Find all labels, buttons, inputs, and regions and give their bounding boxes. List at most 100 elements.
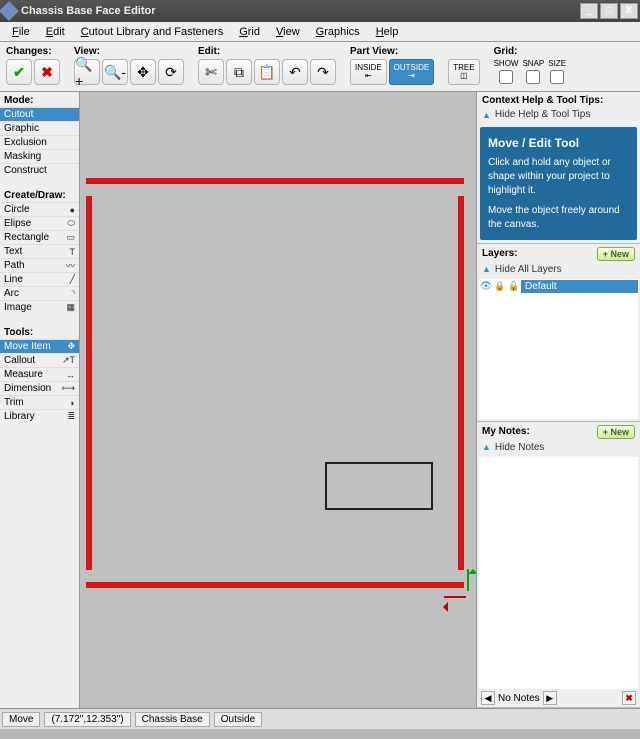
create-image[interactable]: Image▦ (0, 300, 79, 314)
collapse-icon: ▲ (482, 264, 491, 274)
cut-button[interactable]: ✄ (198, 59, 224, 85)
tool-trim[interactable]: Trim◗ (0, 395, 79, 409)
create-rectangle[interactable]: Rectangle▭ (0, 230, 79, 244)
menu-file[interactable]: File (4, 24, 38, 40)
mode-cutout[interactable]: Cutout (0, 107, 79, 121)
layers-body: 👁 🔒 🔓 Default (479, 279, 638, 419)
cutout-rectangle[interactable] (325, 462, 433, 510)
grid-snap-checkbox[interactable] (526, 70, 540, 84)
menu-view[interactable]: View (268, 24, 308, 40)
copy-icon: ⧉ (234, 64, 244, 81)
paste-icon: 📋 (258, 64, 275, 81)
refresh-icon: ⟳ (165, 64, 177, 81)
grid-label: Grid: (494, 46, 570, 57)
notes-box: My Notes:+ New ▲Hide Notes ◀ No Notes ▶ … (477, 422, 640, 708)
hide-layers-toggle[interactable]: ▲Hide All Layers (477, 262, 640, 279)
notes-title: My Notes: (482, 426, 530, 437)
dimension-icon: ⟼ (62, 383, 75, 394)
menu-edit[interactable]: Edit (38, 24, 73, 40)
app-icon (2, 4, 16, 18)
grid-show-checkbox[interactable] (499, 70, 513, 84)
zoom-out-button[interactable]: 🔍- (102, 59, 128, 85)
status-part: Chassis Base (135, 712, 210, 727)
menu-help[interactable]: Help (368, 24, 407, 40)
pan-icon: ✥ (137, 64, 149, 81)
context-help-title: Context Help & Tool Tips: (482, 95, 603, 106)
minimize-button[interactable]: _ (580, 3, 598, 19)
notes-body[interactable] (479, 457, 638, 689)
eye-icon[interactable]: 👁 (479, 281, 493, 292)
collapse-icon: ▲ (482, 110, 491, 120)
tip-paragraph-1: Click and hold any object or shape withi… (488, 156, 629, 198)
menubar: File Edit Cutout Library and Fasteners G… (0, 22, 640, 42)
refresh-button[interactable]: ⟳ (158, 59, 184, 85)
notes-delete-button[interactable]: ✖ (622, 691, 636, 705)
mode-masking[interactable]: Masking (0, 149, 79, 163)
maximize-button[interactable]: □ (600, 3, 618, 19)
status-side: Outside (214, 712, 262, 727)
tool-callout[interactable]: Callout↗T (0, 353, 79, 367)
menu-grid[interactable]: Grid (231, 24, 268, 40)
grid-size-checkbox[interactable] (550, 70, 564, 84)
toolbar-partview: Part View: INSIDE⇤ OUTSIDE⇥ (350, 46, 434, 85)
toolbar-edit: Edit: ✄ ⧉ 📋 ↶ ↷ (198, 46, 336, 85)
tools-list: Move Item✥ Callout↗T Measure↔ Dimension⟼… (0, 339, 79, 423)
create-arc[interactable]: Arc◝ (0, 286, 79, 300)
changes-label: Changes: (6, 46, 60, 57)
create-path[interactable]: Path〰 (0, 258, 79, 272)
line-icon: ╱ (70, 274, 75, 285)
tool-library[interactable]: Library≣ (0, 409, 79, 423)
create-text[interactable]: TextT (0, 244, 79, 258)
zoom-in-button[interactable]: 🔍+ (74, 59, 100, 85)
move-icon: ✥ (67, 341, 75, 352)
menu-cutout-library[interactable]: Cutout Library and Fasteners (73, 24, 231, 40)
edit-label: Edit: (198, 46, 336, 57)
toolbar-changes: Changes: ✔ ✖ (6, 46, 60, 85)
outside-button[interactable]: OUTSIDE⇥ (389, 59, 435, 85)
notes-prev-button[interactable]: ◀ (481, 691, 495, 705)
tree-button[interactable]: TREE◫ (448, 59, 479, 85)
edge-top (86, 178, 464, 184)
callout-icon: ↗T (62, 355, 75, 366)
accept-button[interactable]: ✔ (6, 59, 32, 85)
inside-button[interactable]: INSIDE⇤ (350, 59, 387, 85)
part-frame[interactable] (86, 178, 464, 588)
unlock-icon[interactable]: 🔓 (507, 281, 521, 292)
layers-new-button[interactable]: + New (597, 247, 635, 261)
reject-button[interactable]: ✖ (34, 59, 60, 85)
mode-exclusion[interactable]: Exclusion (0, 135, 79, 149)
zoom-out-icon: 🔍- (104, 64, 126, 81)
paste-button[interactable]: 📋 (254, 59, 280, 85)
hide-help-toggle[interactable]: ▲Hide Help & Tool Tips (477, 107, 640, 124)
create-line[interactable]: Line╱ (0, 272, 79, 286)
notes-next-button[interactable]: ▶ (543, 691, 557, 705)
toolbar-view: View: 🔍+ 🔍- ✥ ⟳ (74, 46, 184, 85)
tool-move-item[interactable]: Move Item✥ (0, 339, 79, 353)
tool-measure[interactable]: Measure↔ (0, 367, 79, 381)
canvas[interactable] (80, 92, 476, 708)
copy-button[interactable]: ⧉ (226, 59, 252, 85)
layer-row-default[interactable]: 👁 🔒 🔓 Default (479, 279, 638, 295)
pan-button[interactable]: ✥ (130, 59, 156, 85)
context-help-box: Context Help & Tool Tips: ▲Hide Help & T… (477, 92, 640, 244)
create-header: Create/Draw: (0, 187, 79, 202)
tools-header: Tools: (0, 324, 79, 339)
path-icon: 〰 (66, 259, 75, 272)
tip-paragraph-2: Move the object freely around the canvas… (488, 204, 629, 232)
tool-dimension[interactable]: Dimension⟼ (0, 381, 79, 395)
tip-card: Move / Edit Tool Click and hold any obje… (480, 127, 637, 240)
mode-graphic[interactable]: Graphic (0, 121, 79, 135)
hide-notes-toggle[interactable]: ▲Hide Notes (477, 440, 640, 457)
create-elipse[interactable]: Elipse⬭ (0, 216, 79, 230)
redo-button[interactable]: ↷ (310, 59, 336, 85)
ellipse-icon: ⬭ (67, 218, 75, 229)
close-button[interactable]: X (620, 3, 638, 19)
create-circle[interactable]: Circle● (0, 202, 79, 216)
notes-new-button[interactable]: + New (597, 425, 635, 439)
menu-graphics[interactable]: Graphics (308, 24, 368, 40)
scissors-icon: ✄ (205, 64, 217, 81)
undo-button[interactable]: ↶ (282, 59, 308, 85)
mode-construct[interactable]: Construct (0, 163, 79, 177)
grid-show-label: SHOW (494, 59, 519, 68)
lock-icon[interactable]: 🔒 (493, 281, 507, 292)
